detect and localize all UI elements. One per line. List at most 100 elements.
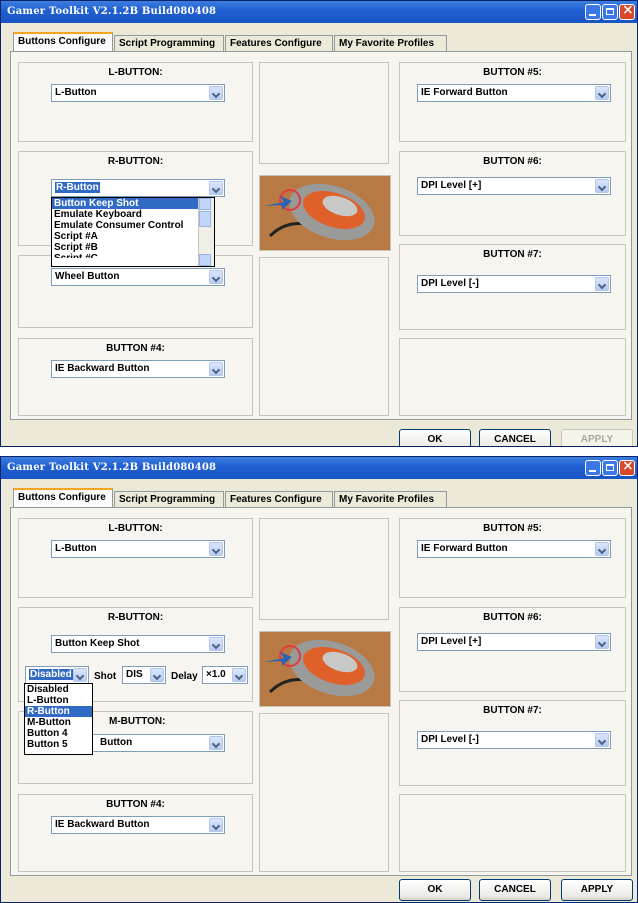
- shot-select[interactable]: DIS: [122, 666, 166, 684]
- close-icon[interactable]: [619, 458, 635, 476]
- chevron-down-icon[interactable]: [232, 668, 246, 682]
- dropdown-option[interactable]: Script #A: [52, 231, 214, 242]
- apply-button[interactable]: APPLY: [561, 879, 633, 901]
- button7-select[interactable]: DPI Level [-]: [417, 731, 611, 749]
- chevron-down-icon[interactable]: [209, 362, 223, 376]
- button6-select[interactable]: DPI Level [+]: [417, 633, 611, 651]
- keep-shot-source-select[interactable]: Disabled: [25, 666, 89, 684]
- chevron-down-icon[interactable]: [209, 542, 223, 556]
- button4-select[interactable]: IE Backward Button: [51, 816, 225, 834]
- button6-label: BUTTON #6:: [483, 156, 542, 167]
- dropdown-option[interactable]: Button 5: [25, 739, 92, 750]
- tab-buttons-configure[interactable]: Buttons Configure: [13, 488, 113, 508]
- dropdown-option[interactable]: Emulate Keyboard: [52, 209, 214, 220]
- chevron-down-icon[interactable]: [595, 86, 609, 100]
- scroll-down-icon[interactable]: [199, 254, 211, 266]
- cancel-button[interactable]: CANCEL: [479, 879, 551, 901]
- tab-script-programming[interactable]: Script Programming: [114, 35, 224, 51]
- ok-button[interactable]: OK: [399, 429, 471, 446]
- title-bar[interactable]: Gamer Toolkit V2.1.2B Build080408: [1, 1, 637, 23]
- l-button-value: L-Button: [55, 87, 97, 98]
- dropdown-scrollbar[interactable]: [198, 198, 214, 266]
- apply-button[interactable]: APPLY: [561, 429, 633, 446]
- button5-select[interactable]: IE Forward Button: [417, 84, 611, 102]
- chevron-down-icon[interactable]: [209, 818, 223, 832]
- mouse-illustration: [260, 632, 390, 706]
- button5-select[interactable]: IE Forward Button: [417, 540, 611, 558]
- dropdown-option[interactable]: L-Button: [25, 695, 92, 706]
- chevron-down-icon[interactable]: [209, 86, 223, 100]
- delay-select[interactable]: ×1.0: [202, 666, 248, 684]
- button4-value: IE Backward Button: [55, 363, 150, 374]
- tab-panel: L-BUTTON: L-Button R-BUTTON: R-Button Bu…: [10, 51, 632, 420]
- chevron-down-icon[interactable]: [73, 668, 87, 682]
- chevron-down-icon[interactable]: [150, 668, 164, 682]
- l-button-select[interactable]: L-Button: [51, 540, 225, 558]
- maximize-icon[interactable]: [602, 460, 618, 476]
- chevron-down-icon[interactable]: [209, 637, 223, 651]
- keep-shot-source-dropdown[interactable]: Disabled L-Button R-Button M-Button Butt…: [24, 683, 93, 755]
- r-button-select[interactable]: R-Button: [51, 179, 225, 197]
- button7-value: DPI Level [-]: [421, 734, 479, 745]
- tab-my-favorite-profiles[interactable]: My Favorite Profiles: [334, 491, 447, 507]
- scroll-thumb[interactable]: [199, 211, 211, 227]
- tab-script-programming[interactable]: Script Programming: [114, 491, 224, 507]
- tab-my-favorite-profiles[interactable]: My Favorite Profiles: [334, 35, 447, 51]
- button7-group: BUTTON #7: DPI Level [-]: [399, 700, 626, 786]
- r-button-dropdown[interactable]: Button Keep Shot Emulate Keyboard Emulat…: [51, 197, 215, 267]
- chevron-down-icon[interactable]: [595, 179, 609, 193]
- dropdown-option[interactable]: Script #B: [52, 242, 214, 253]
- chevron-down-icon[interactable]: [209, 736, 223, 750]
- button6-select[interactable]: DPI Level [+]: [417, 177, 611, 195]
- m-button-value: Button: [100, 737, 133, 748]
- ok-button[interactable]: OK: [399, 879, 471, 901]
- chevron-down-icon[interactable]: [209, 270, 223, 284]
- maximize-icon[interactable]: [602, 4, 618, 20]
- button4-group: BUTTON #4: IE Backward Button: [18, 794, 253, 872]
- dropdown-option[interactable]: R-Button: [25, 706, 92, 717]
- dropdown-option[interactable]: Disabled: [25, 684, 92, 695]
- window-1: Gamer Toolkit V2.1.2B Build080408 Button…: [0, 0, 638, 447]
- button5-label: BUTTON #5:: [483, 523, 542, 534]
- dropdown-option[interactable]: Button Keep Shot: [52, 198, 214, 209]
- minimize-icon[interactable]: [585, 4, 601, 20]
- button4-group: BUTTON #4: IE Backward Button: [18, 338, 253, 416]
- minimize-icon[interactable]: [585, 460, 601, 476]
- l-button-select[interactable]: L-Button: [51, 84, 225, 102]
- button5-label: BUTTON #5:: [483, 67, 542, 78]
- dropdown-option[interactable]: Button 4: [25, 728, 92, 739]
- mouse-image: [259, 631, 391, 707]
- right-empty-group: [399, 338, 626, 416]
- scroll-up-icon[interactable]: [199, 198, 211, 210]
- button4-select[interactable]: IE Backward Button: [51, 360, 225, 378]
- l-button-label: L-BUTTON:: [108, 67, 163, 78]
- dropdown-option[interactable]: M-Button: [25, 717, 92, 728]
- tab-features-configure[interactable]: Features Configure: [225, 491, 333, 507]
- cancel-button[interactable]: CANCEL: [479, 429, 551, 446]
- chevron-down-icon[interactable]: [595, 277, 609, 291]
- middle-group-bottom: [259, 257, 389, 416]
- chevron-down-icon[interactable]: [595, 733, 609, 747]
- tab-features-configure[interactable]: Features Configure: [225, 35, 333, 51]
- m-button-value: Wheel Button: [55, 271, 120, 282]
- chevron-down-icon[interactable]: [595, 542, 609, 556]
- button6-value: DPI Level [+]: [421, 180, 482, 191]
- middle-group-bottom: [259, 713, 389, 872]
- mouse-illustration: [260, 176, 390, 250]
- close-icon[interactable]: [619, 2, 635, 20]
- button5-value: IE Forward Button: [421, 87, 508, 98]
- dropdown-option[interactable]: Script #C: [52, 253, 214, 258]
- dropdown-option[interactable]: Emulate Consumer Control: [52, 220, 214, 231]
- r-button-select[interactable]: Button Keep Shot: [51, 635, 225, 653]
- button6-value: DPI Level [+]: [421, 636, 482, 647]
- m-button-select[interactable]: Wheel Button: [51, 268, 225, 286]
- chevron-down-icon[interactable]: [209, 181, 223, 195]
- title-bar[interactable]: Gamer Toolkit V2.1.2B Build080408: [1, 457, 637, 479]
- button6-label: BUTTON #6:: [483, 612, 542, 623]
- button7-value: DPI Level [-]: [421, 278, 479, 289]
- tab-buttons-configure[interactable]: Buttons Configure: [13, 32, 113, 52]
- delay-label: Delay: [171, 671, 198, 682]
- button7-select[interactable]: DPI Level [-]: [417, 275, 611, 293]
- keep-shot-source-value: Disabled: [29, 669, 73, 680]
- chevron-down-icon[interactable]: [595, 635, 609, 649]
